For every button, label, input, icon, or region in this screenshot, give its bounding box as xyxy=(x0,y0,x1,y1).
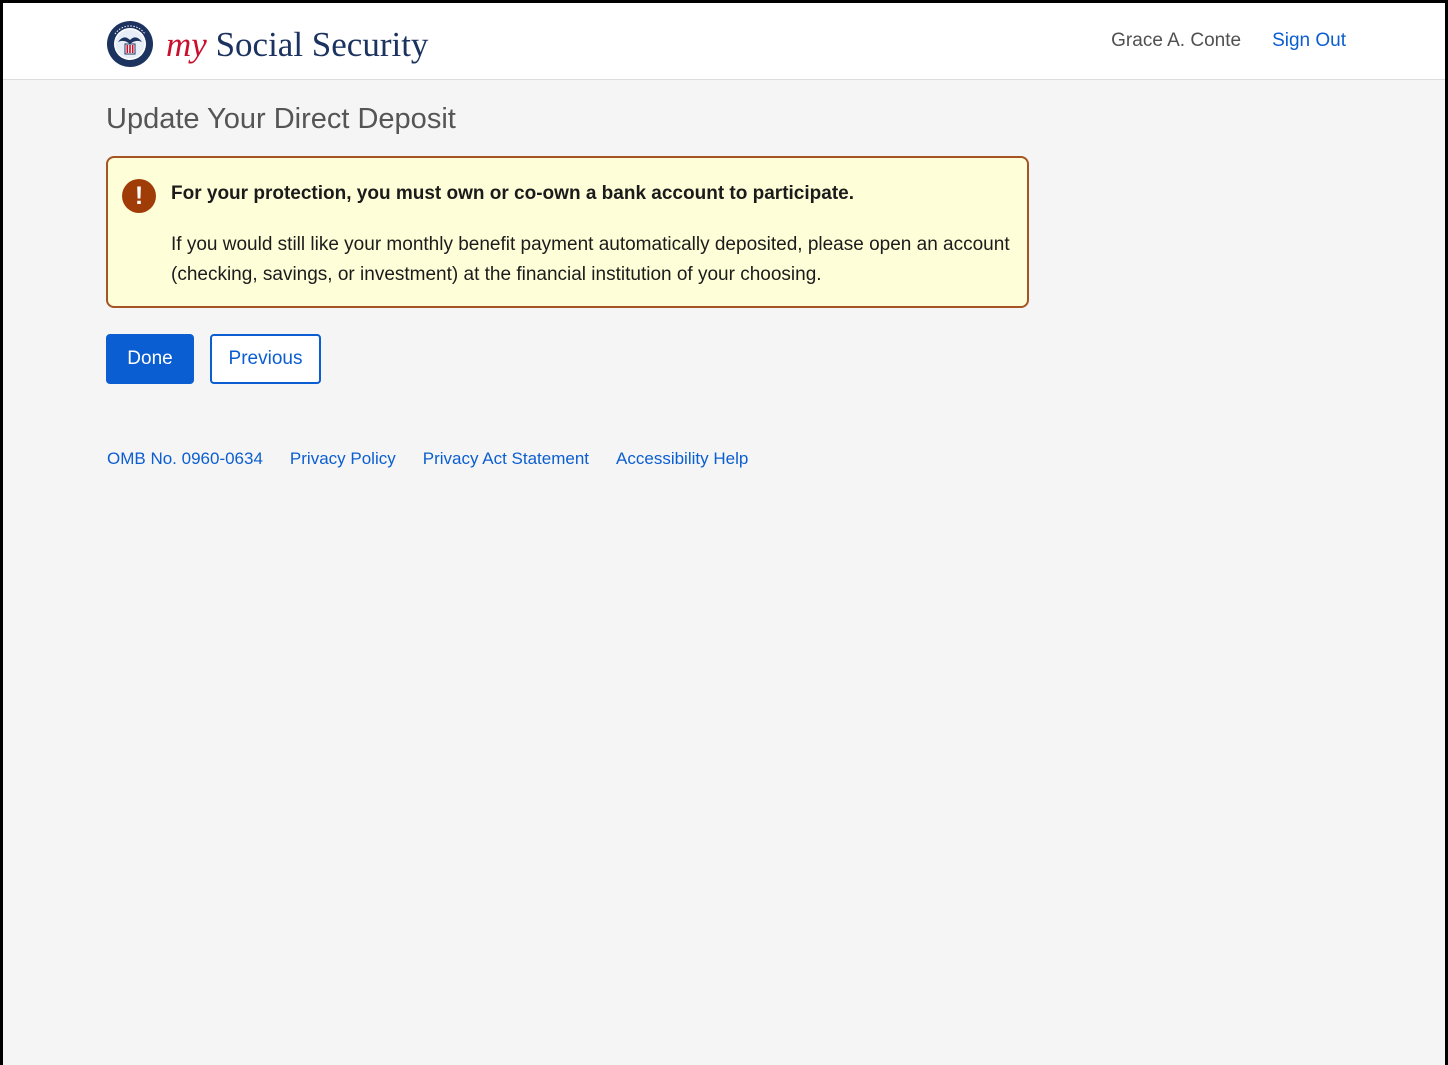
site-header: my Social Security Grace A. Conte Sign O… xyxy=(3,3,1445,80)
page-title: Update Your Direct Deposit xyxy=(106,103,456,135)
user-name: Grace A. Conte xyxy=(1111,30,1242,51)
brand-my: my xyxy=(166,24,207,64)
done-button[interactable]: Done xyxy=(106,334,194,384)
omb-number-link[interactable]: OMB No. 0960-0634 xyxy=(107,448,263,470)
sign-out-link[interactable]: Sign Out xyxy=(1272,29,1346,53)
accessibility-help-link[interactable]: Accessibility Help xyxy=(616,448,748,470)
brand-wordmark: my Social Security xyxy=(166,27,428,62)
brand-social-security: Social Security xyxy=(215,24,429,64)
privacy-act-statement-link[interactable]: Privacy Act Statement xyxy=(423,448,589,470)
exclamation-icon: ! xyxy=(122,179,156,213)
alert-body: If you would still like your monthly ben… xyxy=(171,234,1010,285)
my-social-security-logo[interactable]: my Social Security xyxy=(106,20,428,68)
previous-button[interactable]: Previous xyxy=(210,334,321,384)
warning-alert: ! For your protection, you must own or c… xyxy=(106,156,1029,308)
user-area: Grace A. Conte Sign Out xyxy=(1111,29,1346,53)
browser-frame: my Social Security Grace A. Conte Sign O… xyxy=(0,0,1448,1065)
privacy-policy-link[interactable]: Privacy Policy xyxy=(290,448,396,470)
ssa-seal-icon xyxy=(107,21,153,67)
alert-heading: For your protection, you must own or co-… xyxy=(171,183,854,204)
footer-links: OMB No. 0960-0634 Privacy Policy Privacy… xyxy=(107,448,775,470)
